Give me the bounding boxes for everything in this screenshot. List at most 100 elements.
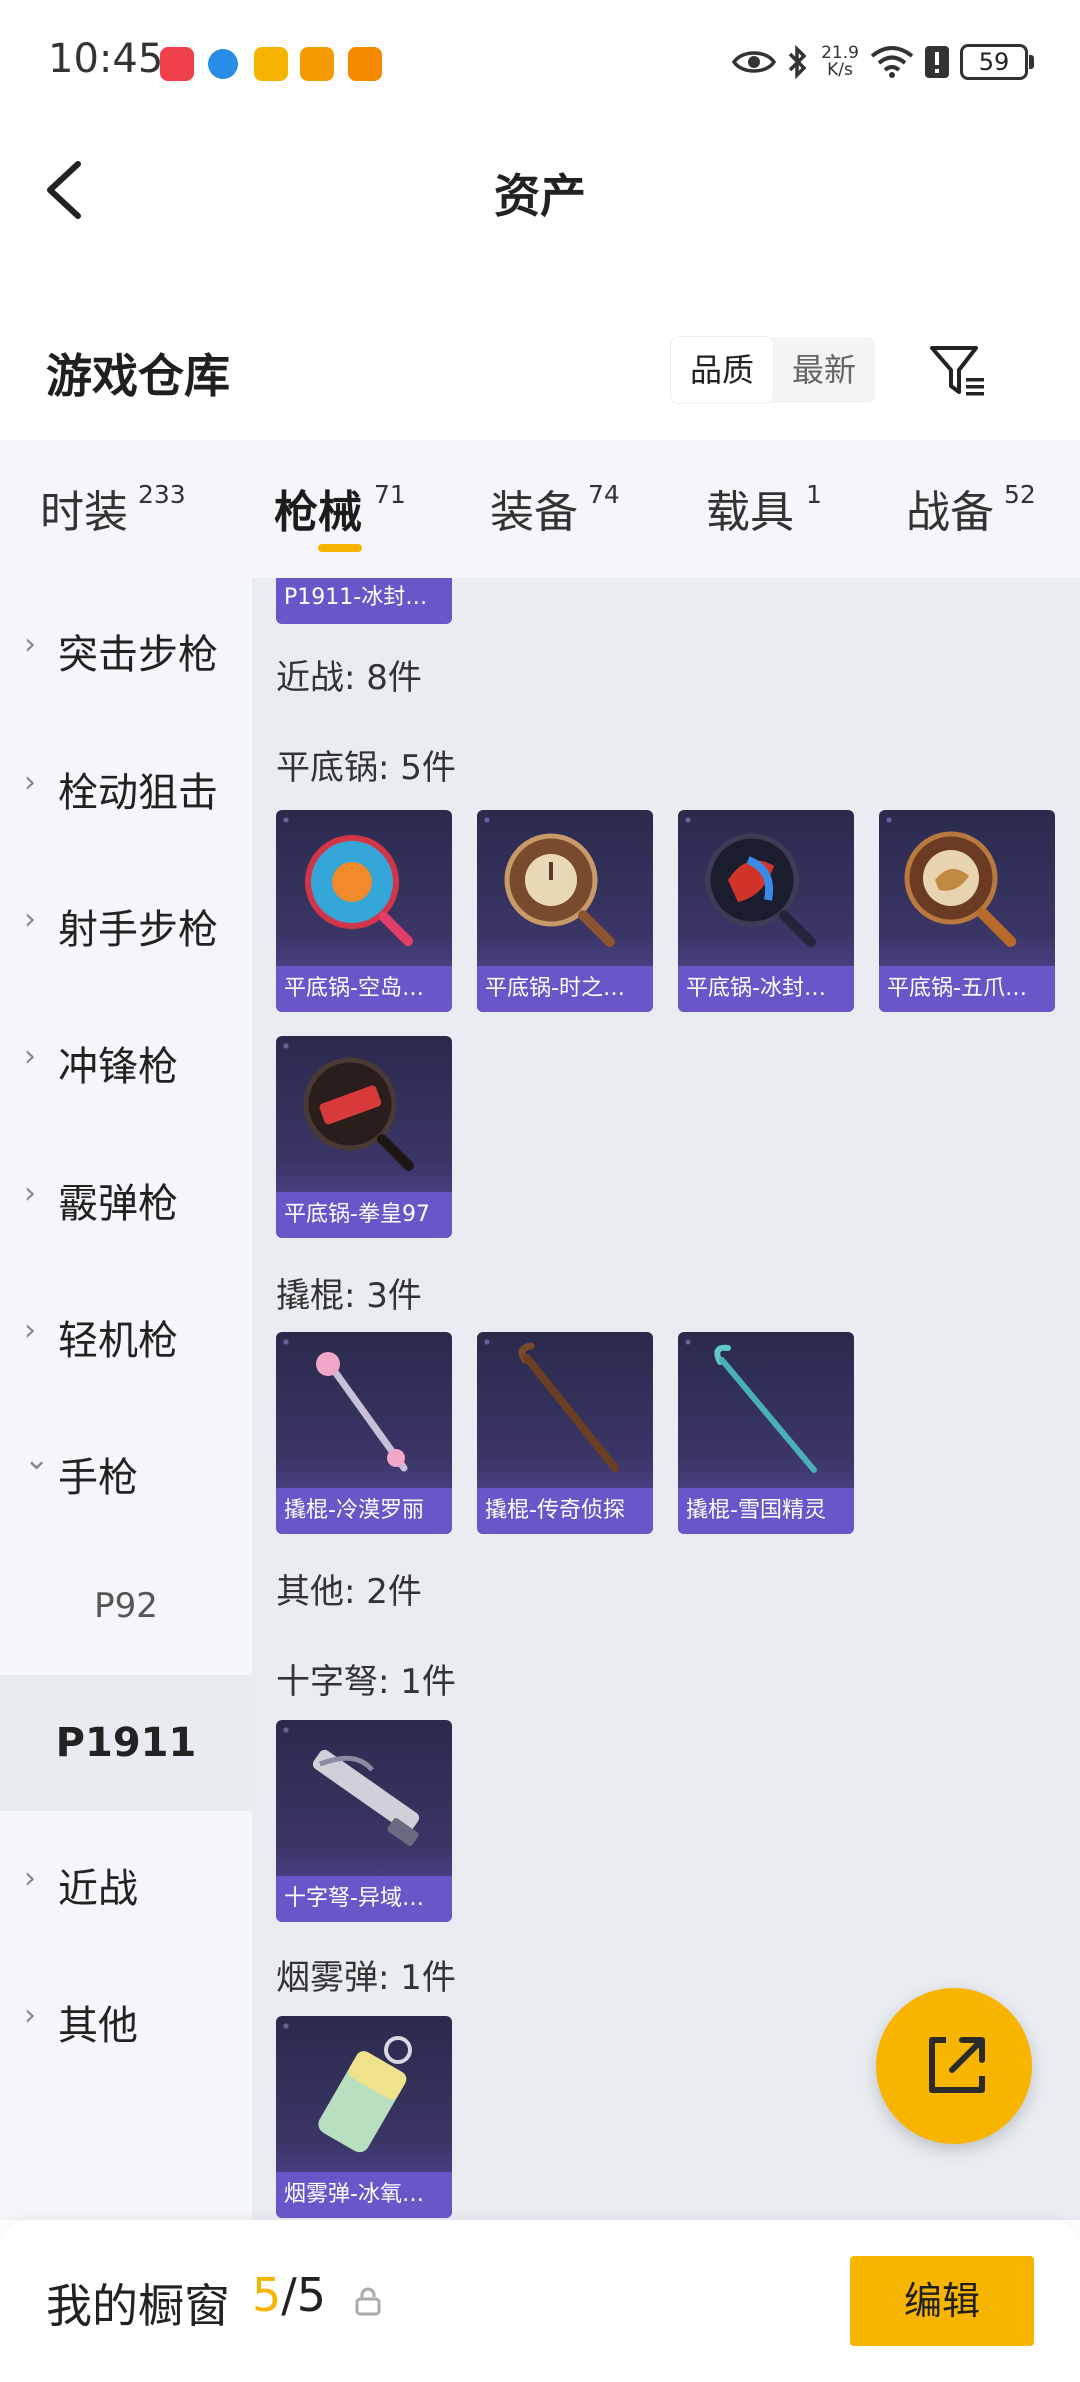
item-card-p1911-partial[interactable]: P1911-冰封… (276, 578, 452, 624)
sidebar-item-label: 突击步枪 (58, 632, 218, 678)
item-card[interactable]: 平底锅-拳皇97 (276, 1036, 452, 1238)
warehouse-title: 游戏仓库 (46, 349, 230, 403)
sidebar-item-lmg[interactable]: › 轻机枪 (0, 1264, 252, 1400)
filter-icon (930, 346, 984, 396)
wifi-icon (870, 46, 914, 78)
eye-icon (732, 51, 776, 73)
chevron-down-icon: ⌄ (24, 1442, 50, 1477)
tab-equipment[interactable]: 装备 74 (490, 440, 650, 578)
item-card[interactable]: 十字弩-异域… (276, 1720, 452, 1922)
sidebar-item-assault-rifle[interactable]: › 突击步枪 (0, 578, 252, 714)
chevron-right-icon: › (24, 1313, 36, 1348)
net-speed-unit: K/s (827, 60, 853, 80)
sidebar-item-bolt-sniper[interactable]: › 栓动狙击 (0, 716, 252, 852)
tab-count: 52 (1004, 480, 1036, 509)
showcase-bar: 我的橱窗 5/5 编辑 (0, 2220, 1080, 2382)
share-fab-button[interactable] (876, 1988, 1032, 2144)
group-label-pan: 平底锅: 5件 (276, 748, 456, 788)
item-grid: P1911-冰封… 近战: 8件 平底锅: 5件 平底锅-空岛… 平底锅-时之…… (252, 578, 1080, 2220)
shopping-app-icon (160, 47, 194, 81)
page-title: 资产 (494, 169, 586, 223)
active-tab-indicator (318, 544, 362, 552)
sidebar-subitem-p1911[interactable]: P1911 (0, 1675, 252, 1811)
chat-app-icon (254, 47, 288, 81)
item-card[interactable]: 平底锅-空岛… (276, 810, 452, 1012)
status-right: 21.9 K/s 59 (732, 38, 1034, 86)
item-card-label: 撬棍-雪国精灵 (678, 1488, 854, 1534)
tab-label: 时装 (40, 487, 128, 538)
tab-count: 71 (374, 480, 406, 509)
group-label-other: 其他: 2件 (276, 1572, 422, 1612)
sidebar-item-marksman-rifle[interactable]: › 射手步枪 (0, 853, 252, 989)
item-card[interactable]: 平底锅-五爪… (879, 810, 1055, 1012)
sort-toggle: 品质 最新 (671, 337, 875, 403)
sort-quality-option[interactable]: 品质 (671, 337, 773, 403)
item-card[interactable]: 烟雾弹-冰氧… (276, 2016, 452, 2218)
share-external-icon (929, 2037, 985, 2093)
browser-icon (208, 49, 238, 79)
chevron-right-icon: › (24, 1039, 36, 1074)
item-card[interactable]: 撬棍-冷漠罗丽 (276, 1332, 452, 1534)
item-card-label: 平底锅-拳皇97 (276, 1192, 452, 1238)
crossbow-icon (312, 1749, 420, 1846)
sidebar-item-label: 手枪 (58, 1455, 138, 1501)
group-label-crowbar: 撬棍: 3件 (276, 1276, 422, 1316)
sidebar-item-pistol[interactable]: ⌄ 手枪 (0, 1401, 252, 1537)
frying-pan-icon (705, 833, 816, 947)
filter-button[interactable] (926, 338, 992, 404)
chevron-right-icon: › (24, 765, 36, 800)
item-card[interactable]: 撬棍-雪国精灵 (678, 1332, 854, 1534)
frying-pan-icon (904, 831, 1017, 948)
net-speed: 21.9 K/s (820, 45, 860, 79)
tab-supplies[interactable]: 战备 52 (906, 440, 1066, 578)
tab-firearms[interactable]: 枪械 71 (274, 440, 434, 578)
sort-newest-option[interactable]: 最新 (773, 337, 875, 403)
showcase-count-total: 5 (296, 2268, 327, 2322)
sidebar-item-smg[interactable]: › 冲锋枪 (0, 990, 252, 1126)
game-center-icon (300, 47, 334, 81)
bluetooth-icon (788, 44, 807, 80)
tab-fashion[interactable]: 时装 233 (40, 440, 200, 578)
crowbar-icon (316, 1352, 408, 1472)
frying-pan-icon (504, 833, 615, 947)
frying-pan-icon (303, 1057, 414, 1171)
status-bar: 10:45 21.9 K/s 59 (0, 0, 1080, 125)
sidebar-item-label: 冲锋枪 (58, 1044, 178, 1090)
group-label-crossbow: 十字弩: 1件 (276, 1662, 456, 1702)
status-time: 10:45 (48, 36, 164, 82)
tab-label: 装备 (490, 487, 578, 538)
item-card-label: 撬棍-传奇侦探 (477, 1488, 653, 1534)
lock-icon (355, 2287, 381, 2316)
sidebar-item-other[interactable]: › 其他 (0, 1949, 252, 2085)
crowbar-icon (518, 1342, 619, 1472)
showcase-title: 我的橱窗 (46, 2279, 230, 2333)
alert-icon (925, 46, 949, 78)
item-card-label: 平底锅-冰封… (678, 966, 854, 1012)
showcase-count-current: 5 (252, 2268, 282, 2322)
group-label-smoke: 烟雾弹: 1件 (276, 1958, 456, 1998)
tab-count: 1 (806, 480, 822, 509)
item-card[interactable]: 撬棍-传奇侦探 (477, 1332, 653, 1534)
tab-vehicles[interactable]: 载具 1 (706, 440, 846, 578)
sidebar-item-melee[interactable]: › 近战 (0, 1812, 252, 1948)
chevron-right-icon: › (24, 1176, 36, 1211)
frying-pan-icon (305, 835, 414, 947)
crowbar-icon (714, 1344, 817, 1473)
group-label-melee: 近战: 8件 (276, 658, 422, 698)
item-card-label: 撬棍-冷漠罗丽 (276, 1488, 452, 1534)
item-card[interactable]: 平底锅-冰封… (678, 810, 854, 1012)
sidebar-subitem-p92[interactable]: P92 (0, 1538, 252, 1674)
item-card[interactable]: 平底锅-时之… (477, 810, 653, 1012)
sidebar-item-label: 近战 (58, 1866, 138, 1912)
tab-label: 枪械 (274, 487, 362, 538)
showcase-count-separator: / (281, 2268, 297, 2322)
chevron-right-icon: › (24, 627, 36, 662)
edit-button[interactable]: 编辑 (850, 2256, 1034, 2346)
item-card-label: 平底锅-五爪… (879, 966, 1055, 1012)
item-card-label: 平底锅-时之… (477, 966, 653, 1012)
sidebar-item-shotgun[interactable]: › 霰弹枪 (0, 1127, 252, 1263)
tab-count: 233 (138, 480, 186, 509)
sidebar-item-label: 其他 (58, 2003, 138, 2049)
chevron-right-icon: › (24, 1861, 36, 1896)
chevron-right-icon: › (24, 902, 36, 937)
